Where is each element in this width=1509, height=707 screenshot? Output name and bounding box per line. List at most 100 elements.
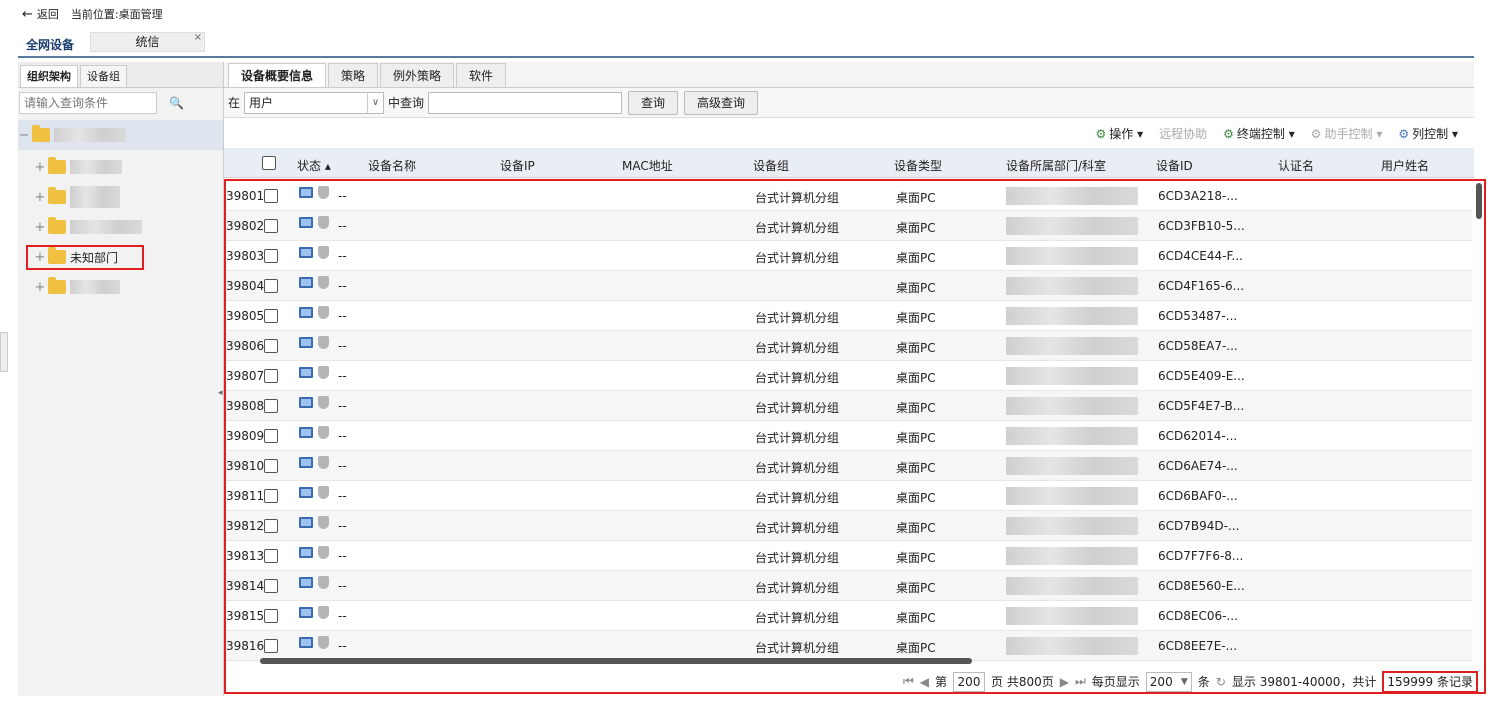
row-checkbox[interactable] — [264, 369, 278, 383]
table-row[interactable]: 39813 -- 台式计算机分组 桌面PC 6CD7F7F6-8... — [226, 541, 1472, 571]
col-mac[interactable]: MAC地址 — [622, 157, 673, 174]
collapse-icon[interactable]: − — [18, 128, 30, 143]
tab-exception-policy[interactable]: 例外策略 — [380, 63, 455, 87]
device-id: 6CD3A218-... — [1158, 189, 1238, 203]
expand-icon[interactable]: + — [34, 160, 46, 175]
tree-node[interactable]: + — [34, 272, 120, 302]
horizontal-scrollbar[interactable] — [260, 658, 972, 664]
toolbar: ⚙ 操作 ▾ 远程协助 ⚙ 终端控制 ▾ ⚙ 助手控制 ▾ ⚙ 列控制 ▾ — [224, 118, 1474, 148]
table-row[interactable]: 39808 -- 台式计算机分组 桌面PC 6CD5F4E7-B... — [226, 391, 1472, 421]
tab-device-group[interactable]: 设备组 — [80, 65, 127, 87]
tree-node[interactable]: + — [34, 152, 122, 182]
expand-icon[interactable]: + — [34, 190, 46, 205]
row-checkbox[interactable] — [264, 279, 278, 293]
tab-org[interactable]: 组织架构 — [20, 65, 78, 87]
col-dept[interactable]: 设备所属部门/科室 — [1006, 157, 1106, 174]
table-row[interactable]: 39811 -- 台式计算机分组 桌面PC 6CD6BAF0-... — [226, 481, 1472, 511]
status-text: -- — [338, 369, 347, 383]
col-status[interactable]: 状态 ▴ — [297, 157, 331, 174]
row-checkbox[interactable] — [264, 189, 278, 203]
table-row[interactable]: 39816 -- 台式计算机分组 桌面PC 6CD8EE7E-... — [226, 631, 1472, 661]
table-row[interactable]: 39815 -- 台式计算机分组 桌面PC 6CD8EC06-... — [226, 601, 1472, 631]
row-checkbox[interactable] — [264, 309, 278, 323]
table-row[interactable]: 39806 -- 台式计算机分组 桌面PC 6CD58EA7-... — [226, 331, 1472, 361]
next-page-icon[interactable]: ▶ — [1060, 675, 1069, 689]
col-user[interactable]: 用户姓名 — [1381, 157, 1429, 174]
terminal-control-menu[interactable]: ⚙ 终端控制 ▾ — [1223, 125, 1295, 142]
select-all-checkbox[interactable] — [262, 156, 276, 170]
tree-node[interactable]: + — [34, 212, 142, 242]
page-input[interactable]: 200 — [953, 671, 985, 692]
redacted-dept — [1006, 577, 1138, 595]
first-page-icon[interactable]: ⏮ — [903, 674, 914, 689]
tree-root[interactable]: − — [18, 120, 223, 150]
col-group[interactable]: 设备组 — [753, 157, 789, 174]
redacted-label — [54, 128, 126, 142]
col-ip[interactable]: 设备IP — [500, 157, 535, 174]
row-checkbox[interactable] — [264, 219, 278, 233]
row-checkbox[interactable] — [264, 579, 278, 593]
table-row[interactable]: 39804 -- 桌面PC 6CD4F165-6... — [226, 271, 1472, 301]
col-name[interactable]: 设备名称 — [368, 157, 416, 174]
advanced-search-button[interactable]: 高级查询 — [684, 90, 759, 115]
back-button[interactable]: ← 返回 — [22, 6, 59, 22]
search-icon[interactable]: 🔍 — [169, 96, 184, 110]
table-row[interactable]: 39814 -- 台式计算机分组 桌面PC 6CD8E560-E... — [226, 571, 1472, 601]
table-row[interactable]: 39807 -- 台式计算机分组 桌面PC 6CD5E409-E... — [226, 361, 1472, 391]
col-auth[interactable]: 认证名 — [1278, 157, 1314, 174]
table-row[interactable]: 39803 -- 台式计算机分组 桌面PC 6CD4CE44-F... — [226, 241, 1472, 271]
tab-all-devices[interactable]: 全网设备 — [26, 36, 74, 53]
row-number: 39814 — [226, 579, 265, 593]
row-checkbox[interactable] — [264, 429, 278, 443]
prev-page-icon[interactable]: ◀ — [920, 675, 929, 689]
left-tabs: 组织架构 设备组 — [18, 62, 223, 88]
table-row[interactable]: 39805 -- 台式计算机分组 桌面PC 6CD53487-... — [226, 301, 1472, 331]
left-edge-handle[interactable] — [0, 332, 8, 372]
redacted-dept — [1006, 637, 1138, 655]
expand-icon[interactable]: + — [34, 220, 46, 235]
table-row[interactable]: 39802 -- 台式计算机分组 桌面PC 6CD3FB10-5... — [226, 211, 1472, 241]
tab-open[interactable]: 统信 × — [90, 32, 205, 52]
refresh-icon[interactable]: ↻ — [1216, 675, 1226, 689]
col-type[interactable]: 设备类型 — [894, 157, 942, 174]
tree-node[interactable]: + — [34, 182, 120, 212]
tab-policy[interactable]: 策略 — [328, 63, 379, 87]
assistant-control-menu[interactable]: ⚙ 助手控制 ▾ — [1311, 125, 1383, 142]
status-text: -- — [338, 579, 347, 593]
remote-assist-button[interactable]: 远程协助 — [1159, 125, 1207, 142]
row-checkbox[interactable] — [264, 489, 278, 503]
expand-icon[interactable]: + — [34, 280, 46, 295]
close-icon[interactable]: × — [194, 29, 202, 47]
tab-software[interactable]: 软件 — [456, 63, 507, 87]
row-checkbox[interactable] — [264, 459, 278, 473]
tree-search-input[interactable] — [19, 92, 157, 114]
row-checkbox[interactable] — [264, 549, 278, 563]
last-page-icon[interactable]: ⏭ — [1075, 674, 1086, 689]
row-checkbox[interactable] — [264, 639, 278, 653]
device-type: 桌面PC — [896, 581, 936, 595]
row-checkbox[interactable] — [264, 339, 278, 353]
monitor-icon — [299, 577, 313, 588]
table-row[interactable]: 39810 -- 台式计算机分组 桌面PC 6CD6AE74-... — [226, 451, 1472, 481]
arrow-left-icon: ← — [22, 6, 33, 22]
tab-overview[interactable]: 设备概要信息 — [228, 63, 327, 87]
status-text: -- — [338, 639, 347, 653]
device-type: 桌面PC — [896, 221, 936, 235]
column-control-menu[interactable]: ⚙ 列控制 ▾ — [1398, 125, 1458, 142]
row-checkbox[interactable] — [264, 249, 278, 263]
row-checkbox[interactable] — [264, 399, 278, 413]
field-select[interactable]: 用户 ∨ — [244, 91, 385, 114]
device-type: 桌面PC — [896, 281, 936, 295]
per-page-select[interactable]: 200 ▼ — [1145, 671, 1192, 692]
table-row[interactable]: 39801 -- 台式计算机分组 桌面PC 6CD3A218-... — [226, 181, 1472, 211]
vertical-scrollbar[interactable] — [1476, 183, 1482, 219]
col-id[interactable]: 设备ID — [1156, 157, 1193, 174]
query-input[interactable] — [428, 91, 623, 114]
row-checkbox[interactable] — [264, 519, 278, 533]
operate-menu[interactable]: ⚙ 操作 ▾ — [1095, 125, 1143, 142]
table-row[interactable]: 39809 -- 台式计算机分组 桌面PC 6CD62014-... — [226, 421, 1472, 451]
row-checkbox[interactable] — [264, 609, 278, 623]
table-row[interactable]: 39812 -- 台式计算机分组 桌面PC 6CD7B94D-... — [226, 511, 1472, 541]
device-type: 桌面PC — [896, 461, 936, 475]
search-button[interactable]: 查询 — [628, 90, 679, 115]
